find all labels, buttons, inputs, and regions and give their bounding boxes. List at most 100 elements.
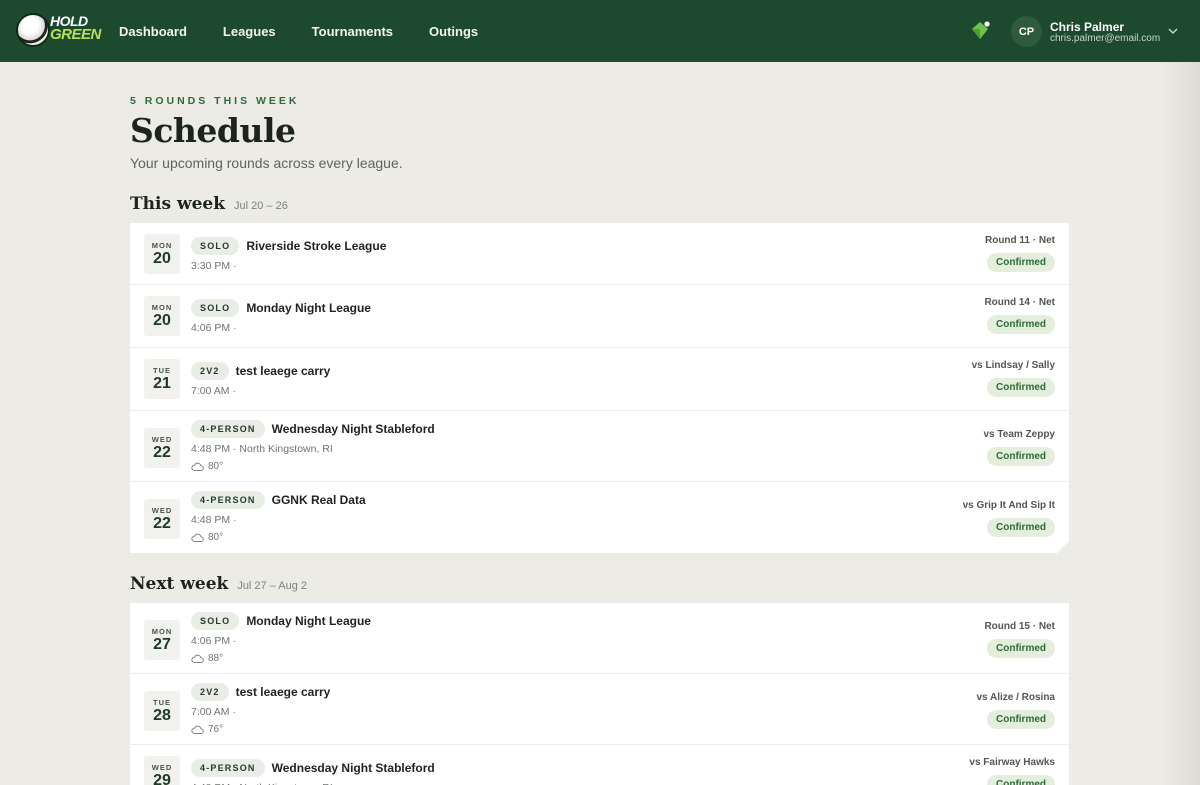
schedule-row[interactable]: WED 22 4-PERSON Wednesday Night Stableford 4… [130,411,1069,482]
round-info: SOLO Monday Night League 4:06 PM · 88° [191,612,371,664]
cloud-icon [191,654,204,664]
weather-forecast: 80° [191,461,435,472]
cloud-icon [191,462,204,472]
round-time-location: 3:30 PM · [191,260,237,272]
round-info: SOLO Riverside Stroke League 3:30 PM · [191,237,386,272]
day-of-week: MON [151,303,173,312]
league-name[interactable]: Riverside Stroke League [246,239,386,253]
schedule-row[interactable]: MON 20 SOLO Riverside Stroke League 3:30 PM … [130,223,1069,285]
round-meta: vs Fairway Hawks Confirmed [969,757,1055,785]
format-tag: SOLO [191,299,239,317]
round-time-location: 7:00 AM · [191,385,236,397]
round-time-location: 4:06 PM · [191,635,237,647]
day-number: 29 [153,772,171,785]
schedule-row[interactable]: TUE 28 2V2 test leaege carry 7:00 AM · 76° vs … [130,674,1069,745]
round-meta: vs Team Zeppy Confirmed [983,429,1055,466]
day-of-week: TUE [153,366,171,375]
league-name[interactable]: Wednesday Night Stableford [272,422,435,436]
day-number: 22 [153,515,171,532]
date-block: TUE 21 [144,359,180,399]
schedule-row[interactable]: MON 20 SOLO Monday Night League 4:06 PM · Rou… [130,285,1069,348]
league-name[interactable]: GGNK Real Data [272,493,366,507]
weather-forecast: 88° [191,653,371,664]
temperature: 80° [208,461,224,472]
format-tag: 4-PERSON [191,491,265,509]
schedule-row[interactable]: MON 27 SOLO Monday Night League 4:06 PM · 88°… [130,603,1069,674]
day-of-week: MON [151,241,173,250]
day-number: 22 [153,444,171,461]
round-time-location: 4:48 PM · North Kingstown, RI [191,443,333,455]
schedule-row[interactable]: WED294-PERSONWednesday Night Stableford4… [130,745,1069,785]
status-badge: Confirmed [987,775,1055,785]
cloud-icon [191,725,204,735]
logo-wordmark: HOLD GREEN [50,13,101,43]
nav-outings[interactable]: Outings [411,0,496,62]
status-badge: Confirmed [987,639,1055,658]
hold-the-green-logo[interactable]: HOLD GREEN [14,11,101,51]
league-name[interactable]: test leaege carry [236,364,331,378]
section-date-range: Jul 27 – Aug 2 [237,580,308,592]
temperature: 88° [208,653,224,664]
day-of-week: WED [151,763,173,772]
temperature: 80° [208,532,224,543]
round-meta: vs Grip It And Sip It Confirmed [963,500,1055,537]
round-meta: Round 11 · Net Confirmed [985,235,1055,272]
status-badge: Confirmed [987,315,1055,334]
round-meta: vs Lindsay / Sally Confirmed [972,360,1055,397]
schedule-row[interactable]: TUE 21 2V2 test leaege carry 7:00 AM · vs Lin… [130,348,1069,411]
section-header-next-week: Next week Jul 27 – Aug 2 [130,574,307,594]
golf-ball-icon [16,13,50,47]
round-detail: Round 11 · Net [984,235,1055,246]
chevron-down-icon[interactable] [1166,24,1180,38]
league-name[interactable]: Monday Night League [246,614,371,628]
format-tag: 4-PERSON [191,420,265,438]
day-of-week: MON [151,627,173,636]
status-badge: Confirmed [987,378,1055,397]
status-badge: Confirmed [987,710,1055,729]
status-badge: Confirmed [987,447,1055,466]
round-detail: vs Team Zeppy [983,429,1055,440]
user-email: chris.palmer@email.com [1050,33,1161,44]
round-meta: vs Alize / Rosina Confirmed [976,692,1055,729]
league-name[interactable]: Monday Night League [246,301,371,315]
date-block: MON 20 [144,296,180,336]
round-detail: vs Lindsay / Sally [971,360,1055,371]
cloud-icon [191,533,204,543]
gem-icon[interactable] [969,21,991,41]
nav-leagues[interactable]: Leagues [205,0,294,62]
user-name[interactable]: Chris Palmer [1050,20,1124,34]
section-header-this-week: This week Jul 20 – 26 [130,194,288,214]
temperature: 76° [208,724,224,735]
format-tag: SOLO [191,612,239,630]
section-title: Next week [130,574,229,594]
day-number: 20 [153,312,171,329]
nav-tournaments[interactable]: Tournaments [294,0,411,62]
weather-forecast: 80° [191,532,366,543]
weather-forecast: 76° [191,724,330,735]
format-tag: SOLO [191,237,239,255]
section-date-range: Jul 20 – 26 [234,200,288,212]
schedule-card-this-week: MON 20 SOLO Riverside Stroke League 3:30 PM … [130,223,1069,553]
round-time-location: 4:06 PM · [191,322,237,334]
date-block: MON 20 [144,234,180,274]
round-detail: vs Grip It And Sip It [962,500,1055,511]
league-name[interactable]: test leaege carry [236,685,331,699]
round-info: 2V2 test leaege carry 7:00 AM · [191,362,330,397]
nav-dashboard[interactable]: Dashboard [101,0,205,62]
date-block: WED 22 [144,428,180,468]
format-tag: 2V2 [191,683,229,701]
league-name[interactable]: Wednesday Night Stableford [272,761,435,775]
avatar[interactable]: CP [1011,16,1042,47]
round-info: 4-PERSON GGNK Real Data 4:48 PM · 80° [191,491,366,543]
day-of-week: WED [151,435,173,444]
status-badge: Confirmed [987,518,1055,537]
day-number: 20 [153,250,171,267]
schedule-row[interactable]: WED 22 4-PERSON GGNK Real Data 4:48 PM · 80° v… [130,482,1069,553]
round-detail: Round 15 · Net [984,621,1055,632]
round-meta: Round 15 · Net Confirmed [984,621,1055,658]
date-block: WED 22 [144,499,180,539]
page-subtitle: Your upcoming rounds across every league… [130,155,403,171]
date-block: WED 29 [144,756,180,785]
format-tag: 4-PERSON [191,759,265,777]
page-title: Schedule [130,111,296,150]
